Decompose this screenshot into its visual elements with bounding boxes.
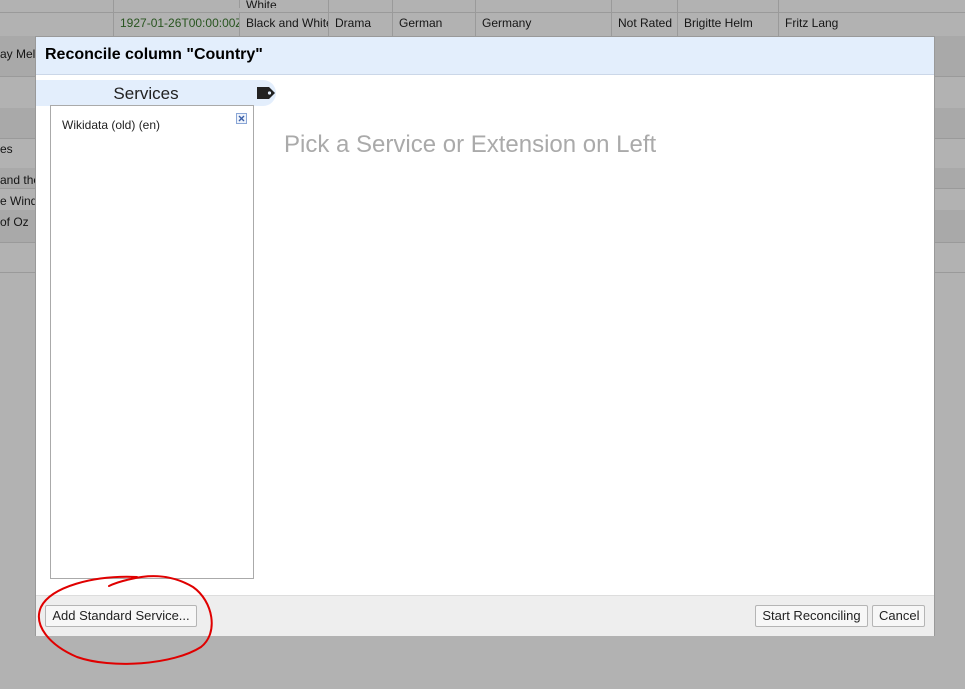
service-item-wikidata[interactable]: Wikidata (old) (en) xyxy=(62,118,160,132)
dialog-title: Reconcile column "Country" xyxy=(45,46,263,63)
dialog-footer: Add Standard Service... Start Reconcilin… xyxy=(36,595,934,636)
add-standard-service-button[interactable]: Add Standard Service... xyxy=(45,605,197,627)
reconcile-dialog: Reconcile column "Country" Services Wiki… xyxy=(35,36,935,636)
tag-icon xyxy=(257,87,275,99)
services-heading-label: Services xyxy=(113,84,179,103)
close-icon[interactable] xyxy=(236,113,247,124)
services-list: Wikidata (old) (en) xyxy=(50,105,254,579)
placeholder-message: Pick a Service or Extension on Left xyxy=(284,131,657,158)
dialog-header: Reconcile column "Country" xyxy=(36,37,934,75)
cancel-button[interactable]: Cancel xyxy=(872,605,925,627)
start-reconciling-button[interactable]: Start Reconciling xyxy=(755,605,868,627)
services-heading: Services xyxy=(36,80,276,106)
